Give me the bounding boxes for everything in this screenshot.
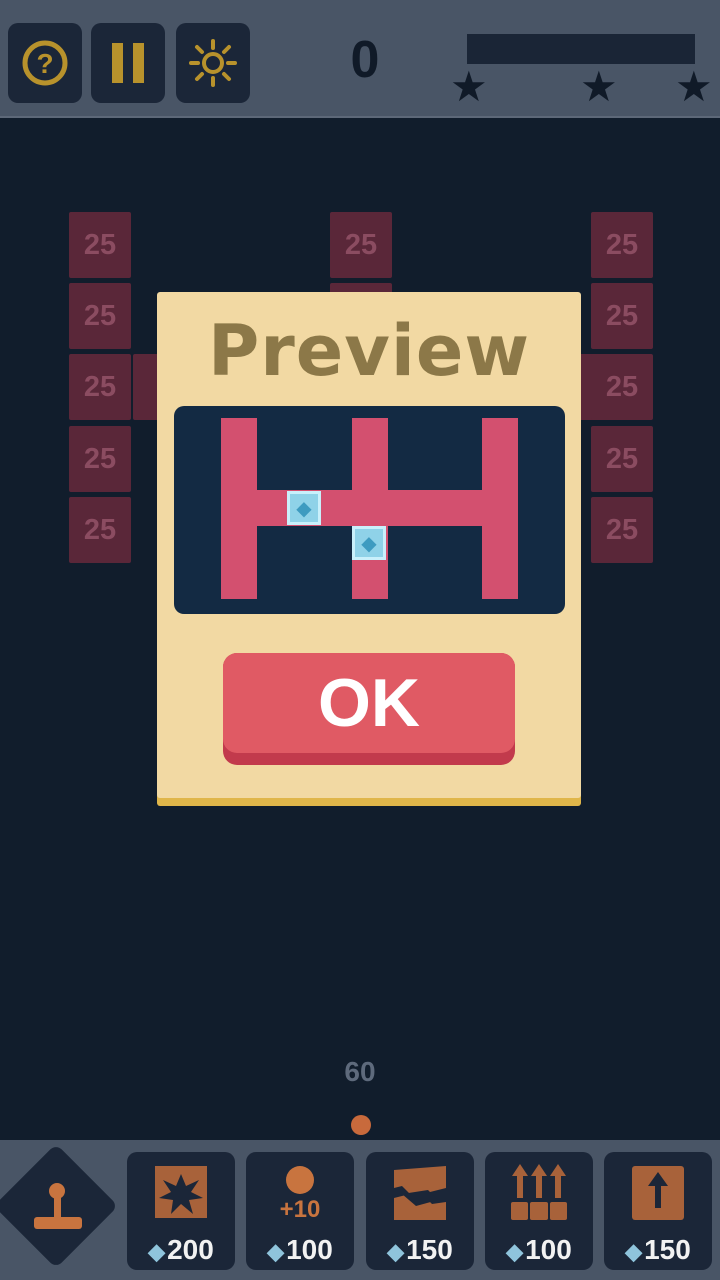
powerup-cost: 200 [167,1234,214,1265]
score-value: 0 [350,31,380,89]
brick: 25 [591,426,653,492]
settings-button[interactable] [176,23,250,103]
powerup-cost: 100 [286,1234,333,1265]
brick: 25 [69,426,131,492]
brick: 25 [69,212,131,278]
broken-row-icon [394,1166,446,1220]
powerup-push-up[interactable]: ◆100 [485,1152,593,1270]
question-mark-icon: ? [22,40,68,86]
powerup-explode[interactable]: ◆200 [127,1152,235,1270]
brick: 25 [69,283,131,349]
diamond-gem-icon: ◆ [287,491,321,525]
diamond-icon: ◆ [506,1239,524,1264]
diamond-icon: ◆ [267,1239,285,1264]
diamond-gem-icon: ◆ [352,526,386,560]
powerup-lift-row[interactable]: ◆150 [604,1152,712,1270]
star-icon: ★ [450,62,488,111]
brick: 25 [69,354,131,420]
diamond-icon: ◆ [387,1239,405,1264]
diamond-icon: ◆ [148,1239,166,1264]
star-progress-bar [467,34,695,64]
star-icon: ★ [580,62,618,111]
pause-button[interactable] [91,23,165,103]
preview-dialog: Preview ◆ ◆ OK [157,292,581,798]
powerup-cost: 150 [406,1234,453,1265]
svg-text:?: ? [36,48,53,79]
powerup-cost: 100 [525,1234,572,1265]
dialog-title: Preview [207,310,531,392]
powerup-break-row[interactable]: ◆150 [366,1152,474,1270]
powerup-extra-balls[interactable]: +10 ◆100 [246,1152,354,1270]
arrows-up-icon [511,1164,567,1220]
ok-button-label: OK [223,653,515,753]
joystick-icon [34,1183,82,1229]
diamond-icon: ◆ [625,1239,643,1264]
ok-button[interactable]: OK [223,653,515,765]
pause-icon [112,43,144,83]
brick: 25 [69,497,131,563]
sun-icon [189,39,237,87]
brick: 25 [591,354,653,420]
arrow-up-box-icon [632,1166,684,1220]
preview-path-segment [221,490,518,526]
help-button[interactable]: ? [8,23,82,103]
brick: 25 [591,497,653,563]
powerup-label: +10 [279,1196,321,1223]
ball-count: 60 [344,1056,376,1087]
star-icon: ★ [675,62,713,111]
explosion-icon [155,1166,207,1218]
brick: 25 [591,283,653,349]
preview-board: ◆ ◆ [174,406,565,614]
ball [351,1115,371,1135]
brick: 25 [591,212,653,278]
brick: 25 [330,212,392,278]
powerup-cost: 150 [644,1234,691,1265]
